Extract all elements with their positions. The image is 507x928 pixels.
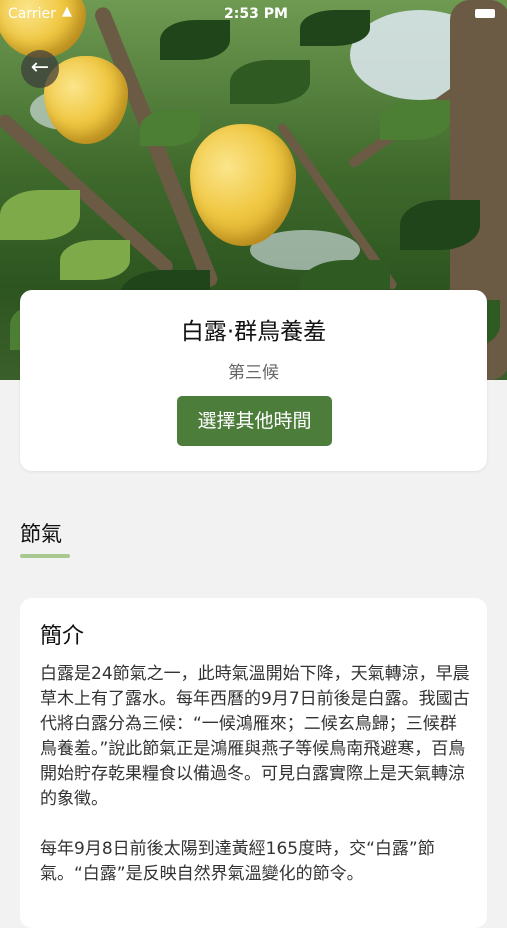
intro-body: 白露是24節氣之一，此時氣溫開始下降，天氣轉涼，早晨草木上有了露水。每年西曆的9…	[40, 662, 470, 912]
arrow-left-icon: ←	[30, 55, 50, 80]
intro-card: 簡介 白露是24節氣之一，此時氣溫開始下降，天氣轉涼，早晨草木上有了露水。每年西…	[20, 598, 487, 928]
tab-active-indicator	[20, 554, 70, 558]
tab-solar-term[interactable]: 節氣	[20, 518, 62, 548]
back-button[interactable]: ←	[21, 50, 59, 88]
carrier-label: Carrier	[8, 6, 56, 22]
pentad-label: 第三候	[228, 363, 279, 383]
solar-term-card: 白露·群鳥養羞 第三候 選擇其他時間	[20, 290, 487, 471]
select-other-time-button[interactable]: 選擇其他時間	[177, 396, 332, 446]
intro-paragraph: 白露是24節氣之一，此時氣溫開始下降，天氣轉涼，早晨草木上有了露水。每年西曆的9…	[40, 664, 470, 809]
solar-term-title: 白露·群鳥養羞	[180, 319, 327, 345]
status-time: 2:53 PM	[224, 6, 288, 22]
battery-icon	[475, 9, 495, 18]
intro-heading: 簡介	[40, 624, 85, 649]
intro-paragraph: 每年9月8日前後太陽到達黃經165度時，交“白露”節氣。“白露”是反映自然界氣溫…	[40, 839, 435, 884]
wifi-icon: ▲	[62, 4, 72, 19]
status-bar: Carrier ▲ 2:53 PM	[0, 0, 507, 30]
